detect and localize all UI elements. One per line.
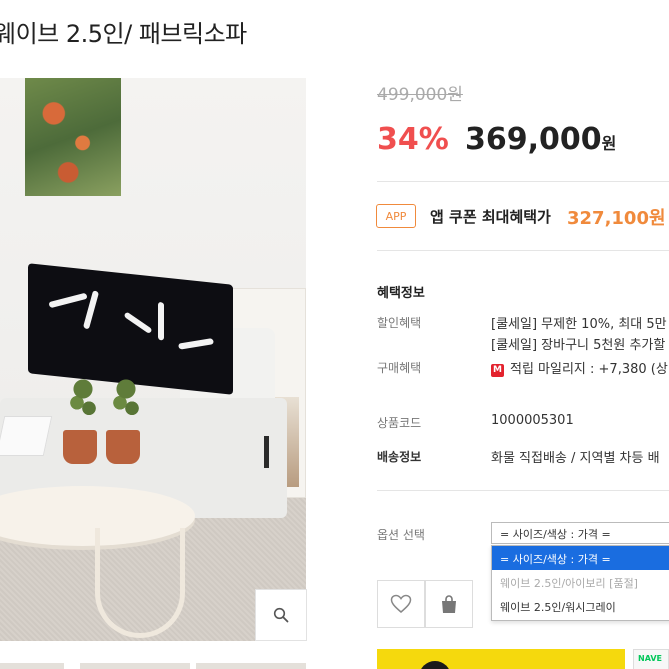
buy-now-button[interactable] <box>377 649 625 669</box>
product-code-value: 1000005301 <box>491 413 574 428</box>
photo-sofa-leg <box>264 436 269 468</box>
buy-icon <box>419 661 451 669</box>
wishlist-button[interactable] <box>377 580 425 628</box>
sale-price: 369,000원 <box>465 122 616 157</box>
photo-plant <box>68 378 98 433</box>
option-item[interactable]: 웨이브 2.5인/워시그레이 <box>492 594 669 618</box>
original-price: 499,000원 <box>377 85 463 105</box>
shopping-bag-icon <box>442 595 456 613</box>
sale-price-value: 369,000 <box>465 122 602 157</box>
photo-pot <box>63 430 97 464</box>
benefits-title: 혜택정보 <box>377 286 425 301</box>
thumbnail[interactable] <box>0 663 64 669</box>
discount-benefit-line-2: [쿨세일] 장바구니 5천원 추가할 <box>491 338 666 353</box>
discount-rate: 34% <box>377 122 449 157</box>
shipping-value: 화물 직접배송 / 지역별 차등 배 <box>491 451 660 466</box>
product-code-label: 상품코드 <box>377 416 422 430</box>
divider <box>377 250 669 251</box>
coupon-price: 327,100원 <box>567 208 666 229</box>
coupon-label: 앱 쿠폰 최대혜택가 <box>430 208 551 226</box>
currency-unit: 원 <box>601 134 617 153</box>
heart-icon <box>390 594 412 613</box>
app-badge: APP <box>376 204 416 228</box>
thumbnail[interactable] <box>196 663 306 669</box>
photo-pot <box>106 430 140 464</box>
option-dropdown-list: = 사이즈/색상 : 가격 = 웨이브 2.5인/아이보리 [품절] 웨이브 2… <box>491 545 669 621</box>
thumbnail[interactable] <box>80 663 190 669</box>
mileage-text: 적립 마일리지 : +7,380 (상 <box>510 362 668 377</box>
naver-pay-button[interactable]: NAVE <box>633 649 669 669</box>
cart-button[interactable] <box>425 580 473 628</box>
naver-label: NAVE <box>638 654 662 663</box>
purchase-benefit-label: 구매혜택 <box>377 361 422 375</box>
thumbnail-strip <box>0 663 306 669</box>
magnifier-icon <box>273 607 289 623</box>
option-item[interactable]: = 사이즈/색상 : 가격 = <box>492 546 669 570</box>
photo-wall-art <box>25 78 121 196</box>
photo-book <box>0 416 53 456</box>
mileage-icon: M <box>491 364 504 377</box>
photo-throw-blanket <box>28 263 233 395</box>
option-label: 옵션 선택 <box>377 528 425 542</box>
option-item[interactable]: 웨이브 2.5인/아이보리 [품절] <box>492 570 669 594</box>
product-title: 웨이브 2.5인/ 패브릭소파 <box>0 20 247 48</box>
photo-table-base <box>95 528 185 638</box>
divider <box>377 490 669 491</box>
shipping-label: 배송정보 <box>377 450 422 464</box>
zoom-button[interactable] <box>255 589 307 641</box>
discount-benefit-label: 할인혜택 <box>377 316 422 330</box>
mileage-info: M 적립 마일리지 : +7,380 (상 <box>491 358 668 377</box>
product-main-image[interactable] <box>0 78 306 641</box>
option-select[interactable]: = 사이즈/색상 : 가격 = <box>491 522 669 544</box>
photo-plant <box>111 378 141 433</box>
divider <box>377 181 669 182</box>
discount-benefit-line-1: [쿨세일] 무제한 10%, 최대 5만 <box>491 317 667 332</box>
